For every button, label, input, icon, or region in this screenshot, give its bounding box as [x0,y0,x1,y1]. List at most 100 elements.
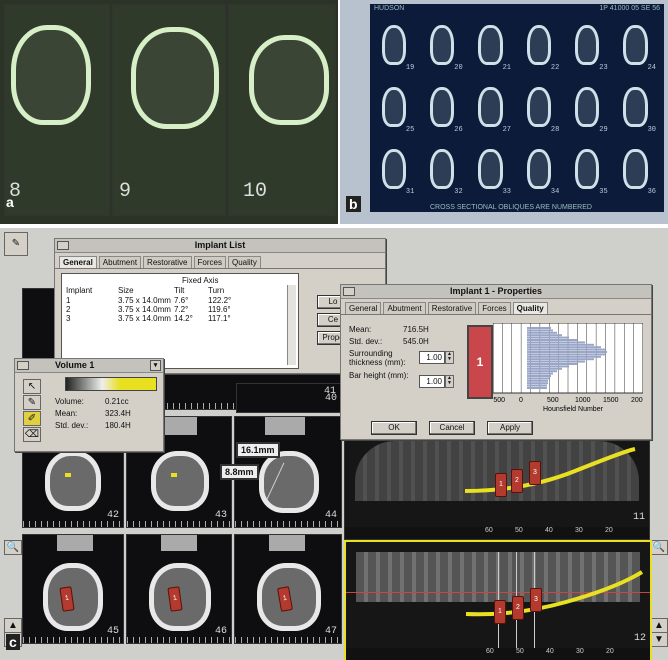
pano-ruler: 60 50 40 30 20 [346,648,650,660]
slice-number: 44 [324,510,337,521]
film-slice-number: 22 [550,64,560,72]
table-cell: 3.75 x 14.0mm [118,314,171,323]
tab-abutment[interactable]: Abutment [98,256,142,268]
pencil-tool-icon[interactable]: ✎ [23,395,41,410]
implant-list-tabs: General Abutment Restorative Forces Qual… [55,253,385,269]
implant-table[interactable]: Fixed Axis Implant Size Tilt Turn 1 3.75 … [61,273,299,369]
cross-section-46[interactable]: 1 46 [126,534,232,644]
film-slice-number: 19 [405,64,415,72]
implant-tool-icon[interactable]: ✎ [4,232,28,256]
table-row[interactable]: 2 3.75 x 14.0mm 7.2° 119.6° [62,305,292,314]
histogram-tick: 2000 [631,397,643,404]
histogram-bar [527,358,594,361]
window-title-bar[interactable]: Implant 1 - Properties [341,285,651,299]
film-slice-number: 23 [599,64,608,72]
window-title-bar[interactable]: Implant List [55,239,385,253]
panoramic-bottom[interactable]: 1 2 3 12 60 50 40 30 20 [344,540,652,660]
pointer-tool-icon[interactable]: ↖ [23,379,41,394]
zoom-icon-right[interactable]: 🔍 [650,540,668,555]
histogram-bar [527,343,594,346]
bar-height-input[interactable]: 1.00 [419,375,445,388]
histogram-bar [527,387,547,389]
pano-bottom-implant-1[interactable]: 1 [494,600,506,624]
cancel-button[interactable]: Cancel [429,421,475,435]
film-slice-number: 27 [502,126,511,134]
mean-value: 323.4H [105,409,131,418]
pano-implant-1[interactable]: 1 [495,473,507,497]
film-slice: 30 [614,76,660,136]
film-slice-number: 25 [405,126,415,134]
table-scrollbar[interactable] [287,285,296,365]
cross-section-47[interactable]: 1 47 [234,534,342,644]
tab-restorative[interactable]: Restorative [143,256,192,268]
film-slice: 20 [420,14,466,74]
tab-abutment[interactable]: Abutment [383,302,426,314]
pano-bottom-implant-3[interactable]: 3 [530,588,542,612]
fill-tool-icon[interactable]: ✐ [23,411,41,426]
bar-height-label: Bar height (mm): [349,371,409,380]
scroll-up-icon-right[interactable]: ▲ [650,618,668,633]
histogram-bar [527,377,549,380]
intensity-slider[interactable] [65,377,157,391]
zoom-icon[interactable]: 🔍 [4,540,22,555]
surround-thickness-input[interactable]: 1.00 [419,351,445,364]
film-slice-number: 29 [599,126,608,134]
film-slice-number: 33 [502,188,511,196]
tab-general[interactable]: General [59,256,97,268]
cross-section-45[interactable]: 1 45 [22,534,124,644]
window-title-bar[interactable]: Volume 1 ▾ [15,359,163,373]
std-label: Std. dev.: [55,421,89,430]
dropdown-icon[interactable]: ▾ [150,360,161,371]
table-row[interactable]: 1 3.75 x 14.0mm 7.6° 122.2° [62,296,292,305]
implant-list-window[interactable]: Implant List General Abutment Restorativ… [54,238,386,374]
histogram-bar [527,382,548,385]
tab-forces[interactable]: Forces [193,256,226,268]
histogram-bar [527,384,547,387]
measurement-width[interactable]: 8.8mm [220,464,259,480]
tab-quality[interactable]: Quality [227,256,261,268]
pano-number: 12 [633,633,646,644]
histogram-bar [527,346,601,349]
eraser-tool-icon[interactable]: ⌫ [23,427,41,442]
bar-height-stepper[interactable]: ▲ ▼ [445,375,454,388]
measurement-height[interactable]: 16.1mm [236,442,280,458]
tab-general[interactable]: General [345,302,382,314]
slice-number: 46 [214,626,227,637]
film-slice-number: 21 [502,64,511,72]
implant-properties-window[interactable]: Implant 1 - Properties General Abutment … [340,284,652,440]
histogram-bar [527,329,553,332]
tab-forces[interactable]: Forces [478,302,511,314]
implant-marker: 1 [467,325,493,399]
surround-label: Surrounding thickness (mm): [349,349,406,367]
table-cell: 2 [66,305,71,314]
histogram-bar [527,370,557,373]
slice-number: 10 [243,180,268,203]
film-slice-number: 26 [454,126,463,134]
film-slice: 24 [614,14,660,74]
surround-stepper[interactable]: ▲ ▼ [445,351,454,364]
table-cell: 3.75 x 14.0mm [118,296,171,305]
film-slice-number: 36 [647,188,656,196]
ok-button[interactable]: OK [371,421,417,435]
col-turn: Turn [208,286,225,295]
volume-label: Volume: [55,397,84,406]
scroll-up-icon[interactable]: ▲ [4,618,22,633]
film-header-right: 1P 41000 05 SE 56 [599,5,660,12]
tab-restorative[interactable]: Restorative [427,302,477,314]
panel-c-planning-software: ✎ 🔍 ▲ ▼ 🔍 ▲ ▼ 40 41 42 43 44 16.1mm 8.8m… [0,228,668,660]
scroll-down-icon-right[interactable]: ▼ [650,632,668,647]
std-label: Std. dev.: [349,337,383,346]
volume-window[interactable]: Volume 1 ▾ ↖ ✎ ✐ ⌫ Volume: 0.21cc Mean: … [14,358,164,452]
histogram-bar [527,360,585,363]
histogram-bar [527,341,585,344]
tab-quality[interactable]: Quality [512,302,548,314]
pano-implant-2[interactable]: 2 [511,469,523,493]
slice-number-41: 41 [324,386,337,397]
pano-implant-3[interactable]: 3 [529,461,541,485]
table-row[interactable]: 3 3.75 x 14.0mm 14.2° 117.1° [62,314,292,323]
apply-button[interactable]: Apply [487,421,533,435]
film-slice: 36 [614,138,660,198]
histogram-bar [527,363,577,365]
pano-bottom-implant-2[interactable]: 2 [512,596,524,620]
std-value: 180.4H [105,421,131,430]
